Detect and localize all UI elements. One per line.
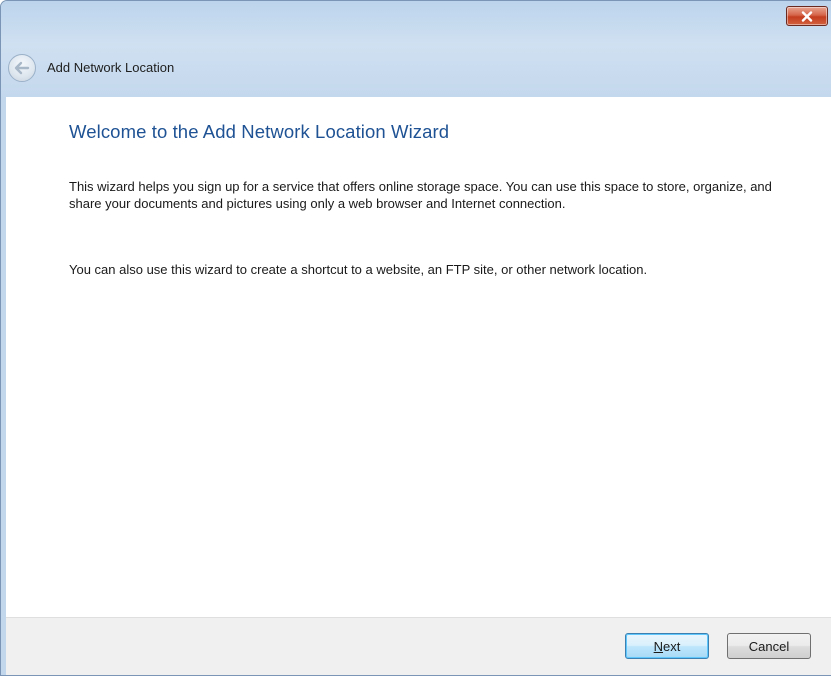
shortcut-paragraph: You can also use this wizard to create a… [69,262,648,277]
wizard-title: Add Network Location [47,60,175,75]
close-icon [801,10,813,22]
title-bar: Add Network Location [1,1,831,97]
page-heading: Welcome to the Add Network Location Wiza… [69,121,450,142]
back-arrow-icon [14,61,30,75]
wizard-window: Add Network Location Welcome to the Add … [0,0,831,676]
button-bar: Next Cancel [6,617,831,675]
cancel-button[interactable]: Cancel [727,633,811,659]
close-button[interactable] [786,6,828,26]
intro-paragraph: This wizard helps you sign up for a serv… [69,179,772,211]
next-button[interactable]: Next [625,633,709,659]
next-label: ext [663,638,681,654]
next-mnemonic: N [653,638,664,654]
back-button[interactable] [8,54,36,82]
wizard-content: Welcome to the Add Network Location Wiza… [6,97,831,675]
